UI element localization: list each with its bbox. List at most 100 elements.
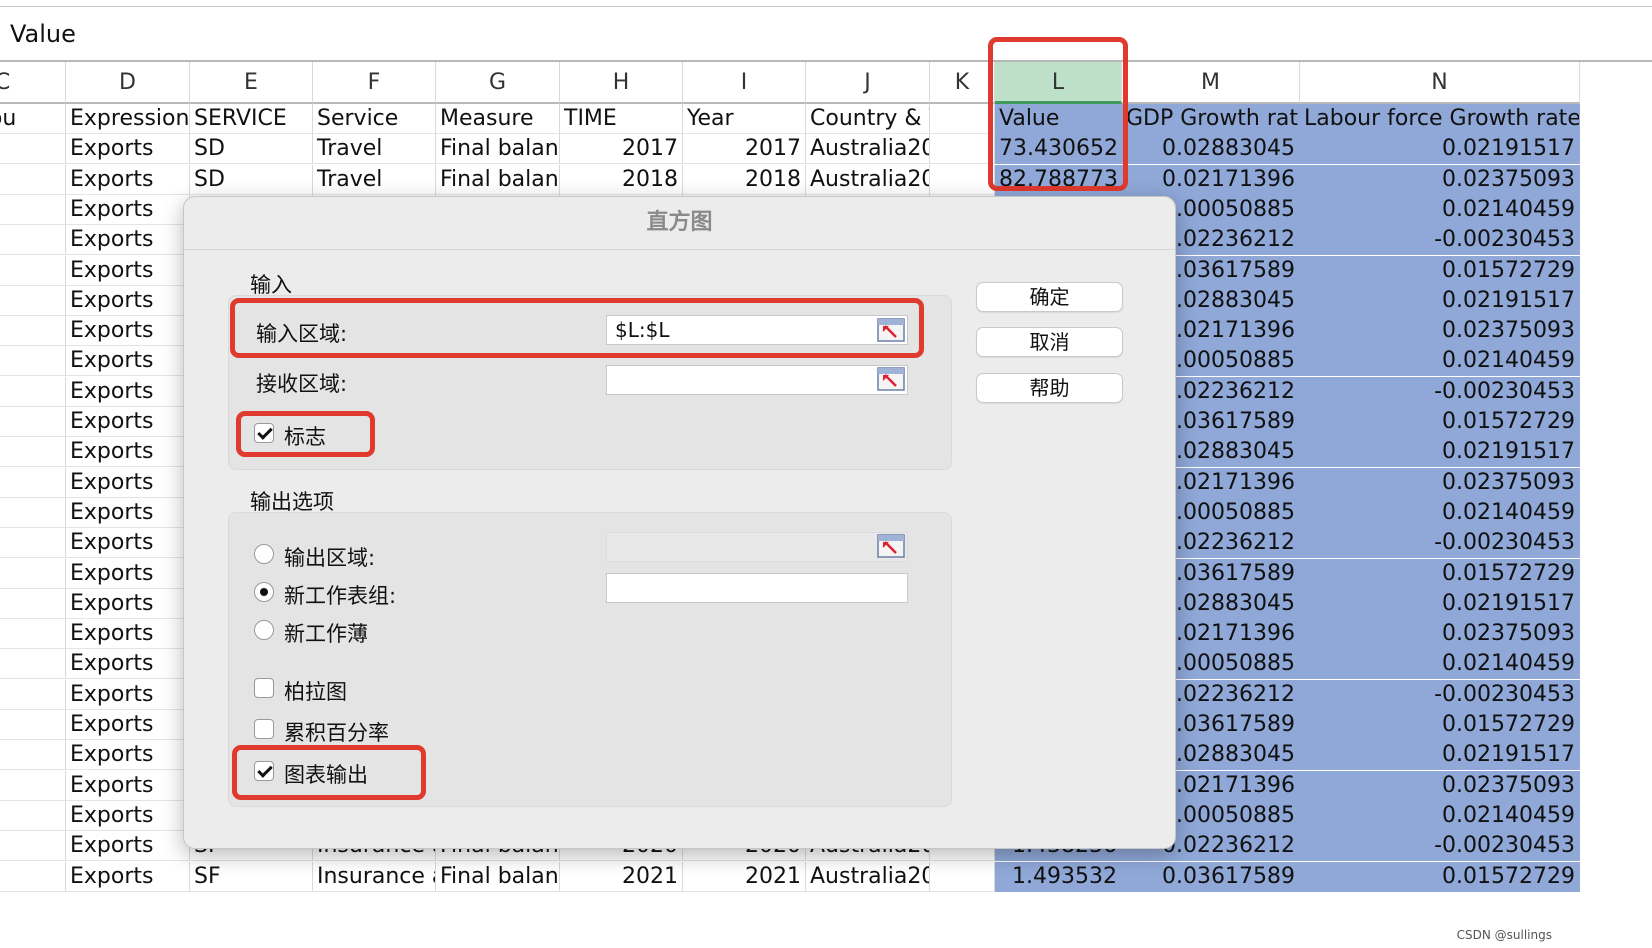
table-cell[interactable]: Exports <box>66 437 190 468</box>
table-cell[interactable]: Service <box>313 104 436 134</box>
table-cell[interactable]: 0.02375093 <box>1300 316 1580 347</box>
table-cell[interactable]: Expression <box>66 104 190 134</box>
table-cell[interactable]: Exports <box>66 285 190 316</box>
table-cell[interactable]: 0.02191517 <box>1300 285 1580 316</box>
table-cell[interactable]: 0.02375093 <box>1300 770 1580 801</box>
column-header-i[interactable]: I <box>683 62 806 104</box>
column-header-n[interactable]: N <box>1300 62 1580 104</box>
table-cell[interactable]: Exports <box>66 710 190 740</box>
table-cell[interactable]: Exports <box>66 164 190 195</box>
table-cell[interactable]: Country & Year <box>806 104 930 134</box>
table-cell[interactable]: Exports <box>66 255 190 286</box>
table-cell[interactable]: Travel <box>313 134 436 165</box>
table-cell[interactable]: um <box>0 619 66 650</box>
new-sheet-radio[interactable] <box>254 582 274 602</box>
table-cell[interactable]: 0.01572729 <box>1300 255 1580 286</box>
table-cell[interactable]: 2021 <box>560 861 683 892</box>
table-cell[interactable]: Exports <box>66 588 190 619</box>
table-cell[interactable]: Insurance ar <box>313 861 436 892</box>
table-cell[interactable]: SD <box>190 134 313 165</box>
table-cell[interactable]: 73.430652 <box>995 134 1122 165</box>
table-cell[interactable]: Exports <box>66 558 190 589</box>
labels-checkbox[interactable] <box>254 423 274 443</box>
table-cell[interactable]: Australia2018 <box>806 164 930 195</box>
table-cell[interactable]: 2021 <box>683 861 806 892</box>
table-cell[interactable]: 0.01572729 <box>1300 861 1580 892</box>
table-cell[interactable]: SF <box>190 861 313 892</box>
table-cell[interactable]: 0.02140459 <box>1300 346 1580 377</box>
table-cell[interactable]: Exports <box>66 497 190 528</box>
table-cell[interactable]: Exports <box>66 528 190 559</box>
table-cell[interactable]: Exports <box>66 407 190 437</box>
table-cell[interactable]: 0.02171396 <box>1122 164 1300 195</box>
table-cell[interactable]: 0.02191517 <box>1300 437 1580 468</box>
table-cell[interactable]: 0.02883045 <box>1122 134 1300 165</box>
table-cell[interactable]: 0.03617589 <box>1122 861 1300 892</box>
table-cell[interactable]: Exports <box>66 225 190 256</box>
table-cell[interactable]: 0.02140459 <box>1300 649 1580 680</box>
table-cell[interactable] <box>930 164 995 195</box>
pareto-checkbox[interactable] <box>254 678 274 698</box>
help-button[interactable]: 帮助 <box>976 373 1123 403</box>
table-cell[interactable]: 2017 <box>560 134 683 165</box>
table-cell[interactable]: ia <box>0 407 66 437</box>
table-cell[interactable]: ia <box>0 376 66 407</box>
table-cell[interactable]: Australia2017 <box>806 134 930 165</box>
table-cell[interactable]: Labour force Growth rate <box>1300 104 1580 134</box>
table-cell[interactable]: Final balanc <box>436 134 560 165</box>
table-cell[interactable]: Exports <box>66 619 190 650</box>
bin-range-field[interactable] <box>606 365 908 395</box>
chart-output-checkbox[interactable] <box>254 761 274 781</box>
column-header-c[interactable]: C <box>0 62 66 104</box>
table-cell[interactable]: Exports <box>66 679 190 710</box>
column-header-d[interactable]: D <box>66 62 190 104</box>
table-cell[interactable]: Final balanc <box>436 861 560 892</box>
table-cell[interactable]: 1.493532 <box>995 861 1122 892</box>
table-cell[interactable]: -0.00230453 <box>1300 831 1580 862</box>
table-cell[interactable]: Exports <box>66 649 190 680</box>
table-cell[interactable]: 2017 <box>683 134 806 165</box>
table-cell[interactable]: SD <box>190 164 313 195</box>
column-header-j[interactable]: J <box>806 62 930 104</box>
range-select-icon[interactable] <box>877 534 905 558</box>
table-cell[interactable]: ia <box>0 437 66 468</box>
table-cell[interactable]: TIME <box>560 104 683 134</box>
formula-bar-text[interactable]: Value <box>10 20 76 48</box>
table-cell[interactable]: um <box>0 861 66 892</box>
table-cell[interactable]: Exports <box>66 831 190 862</box>
ok-button[interactable]: 确定 <box>976 282 1123 312</box>
column-header-h[interactable]: H <box>560 62 683 104</box>
column-header-l[interactable]: L <box>995 62 1122 104</box>
output-range-radio[interactable] <box>254 544 274 564</box>
table-cell[interactable]: Exports <box>66 800 190 831</box>
formula-bar[interactable]: Value <box>0 0 1652 62</box>
table-cell[interactable]: ia <box>0 497 66 528</box>
table-cell[interactable]: -0.00230453 <box>1300 376 1580 407</box>
table-cell[interactable]: ia <box>0 558 66 589</box>
column-header-m[interactable]: M <box>1122 62 1300 104</box>
table-cell[interactable]: 0.02191517 <box>1300 588 1580 619</box>
table-cell[interactable]: um <box>0 588 66 619</box>
input-range-field[interactable]: $L:$L <box>606 315 908 345</box>
histogram-dialog[interactable]: 直方图 输入 输入区域: $L:$L 接收区域: 标志 输出选项 输出区域: 新… <box>183 196 1176 849</box>
table-cell[interactable]: 0.02191517 <box>1300 740 1580 771</box>
table-cell[interactable]: Travel <box>313 164 436 195</box>
table-cell[interactable]: -0.00230453 <box>1300 225 1580 256</box>
column-header-k[interactable]: K <box>930 62 995 104</box>
table-cell[interactable]: -0.00230453 <box>1300 679 1580 710</box>
table-cell[interactable]: ia <box>0 285 66 316</box>
column-header-f[interactable]: F <box>313 62 436 104</box>
table-cell[interactable]: ia <box>0 194 66 225</box>
table-cell[interactable]: 0.01572729 <box>1300 710 1580 740</box>
table-cell[interactable]: um <box>0 679 66 710</box>
table-cell[interactable]: 2018 <box>560 164 683 195</box>
table-cell[interactable] <box>930 104 995 134</box>
table-cell[interactable]: Exports <box>66 134 190 165</box>
column-header-e[interactable]: E <box>190 62 313 104</box>
range-select-icon[interactable] <box>877 367 905 391</box>
cancel-button[interactable]: 取消 <box>976 327 1123 357</box>
table-cell[interactable]: Australia2021 <box>806 861 930 892</box>
table-cell[interactable]: ia <box>0 225 66 256</box>
table-cell[interactable]: 0.02140459 <box>1300 800 1580 831</box>
table-cell[interactable]: 82.788773 <box>995 164 1122 195</box>
